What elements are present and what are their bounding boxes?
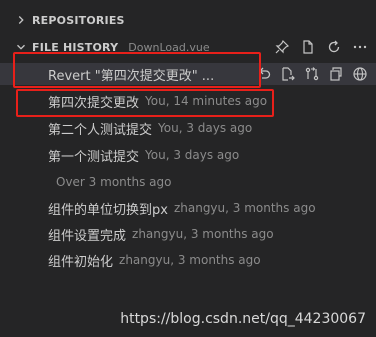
commit-title: 第二个人测试提交	[48, 122, 153, 138]
chevron-down-icon	[17, 44, 25, 50]
commit-title: 组件初始化	[48, 254, 114, 270]
repositories-section-header[interactable]: REPOSITORIES	[0, 10, 376, 30]
history-group-header: Over 3 months ago	[0, 171, 376, 193]
commit-description: You, 3 days ago	[158, 121, 253, 135]
scm-view: REPOSITORIES FILE HISTORY DownLoad.vue R…	[0, 0, 376, 337]
group-label: Over 3 months ago	[56, 175, 172, 189]
commit-title: Revert "第四次提交更改" ...	[48, 68, 215, 84]
globe-icon[interactable]	[352, 66, 368, 82]
pin-icon[interactable]	[274, 39, 290, 55]
commit-title: 组件的单位切换到px	[48, 202, 168, 218]
commit-row-actions	[256, 66, 368, 82]
commit-description: You, 3 days ago	[145, 148, 240, 162]
open-changes-icon[interactable]	[280, 66, 296, 82]
file-history-actions	[274, 37, 368, 57]
commit-title: 组件设置完成	[48, 228, 127, 244]
refresh-icon[interactable]	[326, 39, 342, 55]
commit-title: 第四次提交更改	[48, 95, 140, 111]
file-history-label: FILE HISTORY	[32, 40, 119, 54]
commit-description: zhangyu, 3 months ago	[173, 201, 316, 215]
commit-row[interactable]: 组件的单位切换到px zhangyu, 3 months ago	[0, 197, 376, 219]
undo-icon[interactable]	[256, 66, 272, 82]
commit-row[interactable]: 第四次提交更改 You, 14 minutes ago	[0, 90, 376, 112]
copy-icon[interactable]	[328, 66, 344, 82]
commit-row[interactable]: 第二个人测试提交 You, 3 days ago	[0, 117, 376, 139]
more-icon[interactable]	[352, 39, 368, 55]
commit-row-revert[interactable]: Revert "第四次提交更改" ...	[0, 63, 376, 85]
commit-row[interactable]: 组件初始化 zhangyu, 3 months ago	[0, 249, 376, 271]
chevron-right-icon	[18, 16, 24, 24]
commit-row[interactable]: 组件设置完成 zhangyu, 3 months ago	[0, 223, 376, 245]
commit-description: zhangyu, 3 months ago	[119, 253, 261, 267]
commit-title: 第一个测试提交	[48, 149, 140, 165]
commit-row[interactable]: 第一个测试提交 You, 3 days ago	[0, 144, 376, 166]
file-history-section-header[interactable]: FILE HISTORY DownLoad.vue	[0, 37, 376, 57]
compare-icon[interactable]	[304, 66, 320, 82]
file-history-filename: DownLoad.vue	[128, 40, 210, 54]
new-file-icon[interactable]	[300, 39, 316, 55]
repositories-label: REPOSITORIES	[32, 13, 125, 27]
commit-description: You, 14 minutes ago	[145, 94, 268, 108]
watermark-text: https://blog.csdn.net/qq_44230067	[120, 311, 366, 327]
commit-description: zhangyu, 3 months ago	[132, 227, 274, 241]
